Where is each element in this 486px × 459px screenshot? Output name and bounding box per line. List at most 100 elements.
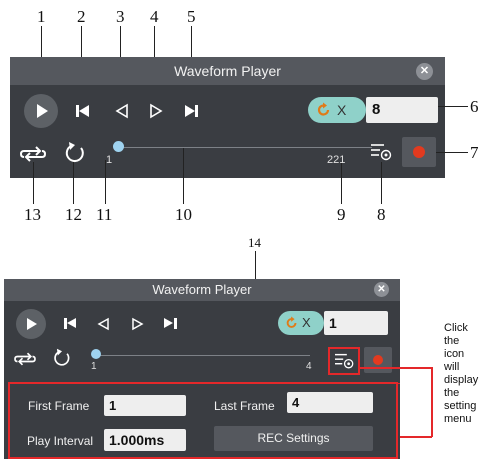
play-icon — [27, 318, 37, 330]
callout-11: 11 — [96, 205, 113, 224]
loop-count-prefix-2: X — [302, 315, 311, 330]
note-line: the — [444, 335, 460, 347]
loop-count-prefix: X — [337, 102, 347, 118]
play-interval-value: 1.000ms — [109, 432, 165, 448]
leader-12 — [73, 162, 74, 204]
record-icon — [373, 355, 383, 365]
leader-7 — [436, 152, 468, 153]
frame-slider-knob[interactable] — [113, 141, 124, 152]
waveform-player-panel-expanded: Waveform Player ✕ X 1 1 4 First Frame 1 … — [4, 279, 400, 459]
last-frame-value: 4 — [292, 395, 300, 410]
callout-12: 12 — [65, 205, 82, 224]
last-frame-label: Last Frame — [214, 399, 275, 413]
skip-to-first-icon — [63, 316, 79, 332]
step-back-icon — [115, 103, 128, 119]
leader-13 — [33, 162, 34, 204]
last-frame-input[interactable]: 4 — [287, 392, 373, 413]
note-line: icon — [444, 348, 465, 360]
settings-menu-icon[interactable] — [334, 351, 356, 371]
note-line: setting — [444, 400, 477, 412]
loop-count-toggle-2[interactable]: X — [278, 311, 324, 335]
loop-count-icon — [317, 102, 330, 116]
callout-1: 1 — [37, 7, 46, 26]
record-icon — [413, 146, 425, 158]
loop-count-input-2[interactable]: 1 — [324, 311, 388, 335]
rec-settings-button[interactable]: REC Settings — [214, 426, 373, 451]
skip-to-last-icon — [162, 316, 178, 332]
loop-count-value-2: 1 — [329, 315, 337, 331]
close-icon[interactable]: ✕ — [374, 282, 389, 297]
note-bracket-vertical — [431, 367, 433, 437]
loop-count-value: 8 — [372, 101, 381, 118]
skip-to-last-icon — [182, 102, 200, 120]
callout-10: 10 — [175, 205, 192, 224]
play-button-2[interactable] — [16, 309, 46, 339]
step-forward-icon — [132, 317, 144, 331]
settings-menu-icon[interactable] — [370, 141, 394, 163]
callout-5: 5 — [187, 7, 196, 26]
rec-settings-label: REC Settings — [257, 431, 330, 445]
waveform-player-panel: Waveform Player ✕ X 8 1 221 — [10, 57, 445, 178]
callout-9: 9 — [337, 205, 346, 224]
frame-slider-track[interactable] — [116, 147, 372, 148]
step-back-button-2[interactable] — [96, 316, 112, 332]
play-interval-label: Play Interval — [27, 434, 94, 448]
slider-start-label: 1 — [106, 154, 113, 166]
frame-slider-knob-2[interactable] — [91, 349, 101, 359]
step-back-button[interactable] — [113, 102, 131, 120]
player-title: Waveform Player — [174, 63, 281, 79]
step-back-icon — [97, 317, 109, 331]
play-button[interactable] — [24, 94, 58, 128]
slider-end-label-2: 4 — [306, 361, 312, 372]
leader-9 — [341, 163, 342, 204]
first-frame-label: First Frame — [28, 399, 90, 413]
step-forward-button[interactable] — [147, 102, 165, 120]
note-line: the — [444, 387, 460, 399]
frame-slider-track-2[interactable] — [96, 355, 310, 356]
step-forward-button-2[interactable] — [129, 316, 145, 332]
callout-8: 8 — [377, 205, 386, 224]
leader-10 — [183, 148, 184, 204]
record-button[interactable] — [402, 137, 436, 167]
note-line: display — [444, 374, 479, 386]
skip-to-first-button[interactable] — [74, 102, 92, 120]
first-frame-value: 1 — [109, 398, 117, 413]
close-icon[interactable]: ✕ — [416, 63, 433, 80]
first-frame-input[interactable]: 1 — [104, 395, 186, 416]
slider-end-label: 221 — [327, 154, 346, 166]
skip-to-last-button-2[interactable] — [162, 316, 178, 332]
note-bracket-top — [360, 367, 432, 369]
loop-count-icon — [286, 316, 297, 328]
player-titlebar-2: Waveform Player — [4, 279, 400, 301]
loop-icon[interactable] — [12, 349, 38, 369]
leader-14-bar — [10, 383, 400, 384]
settings-menu-note: Click the icon will display the setting … — [444, 322, 486, 426]
skip-to-first-button-2[interactable] — [63, 316, 79, 332]
leader-6 — [438, 106, 468, 107]
player-title-2: Waveform Player — [152, 282, 252, 297]
note-line: menu — [444, 413, 472, 425]
callout-7: 7 — [470, 143, 479, 162]
refresh-icon[interactable] — [62, 140, 88, 166]
note-line: will — [444, 361, 460, 373]
callout-6: 6 — [470, 97, 479, 116]
refresh-icon[interactable] — [51, 347, 73, 369]
loop-count-input[interactable]: 8 — [366, 97, 438, 123]
slider-start-label-2: 1 — [91, 361, 97, 372]
skip-to-last-button[interactable] — [182, 102, 200, 120]
note-line: Click — [444, 322, 468, 334]
skip-to-first-icon — [74, 102, 92, 120]
step-forward-icon — [150, 103, 163, 119]
leader-11 — [105, 160, 106, 204]
note-bracket-bottom — [400, 436, 432, 438]
callout-3: 3 — [116, 7, 125, 26]
callout-4: 4 — [150, 7, 159, 26]
play-interval-input[interactable]: 1.000ms — [104, 429, 186, 451]
loop-count-toggle[interactable]: X — [308, 97, 366, 123]
record-button-2[interactable] — [364, 347, 392, 373]
play-icon — [37, 104, 48, 118]
callout-2: 2 — [77, 7, 86, 26]
player-titlebar: Waveform Player — [10, 57, 445, 85]
leader-8 — [381, 162, 382, 204]
callout-14: 14 — [248, 235, 261, 250]
